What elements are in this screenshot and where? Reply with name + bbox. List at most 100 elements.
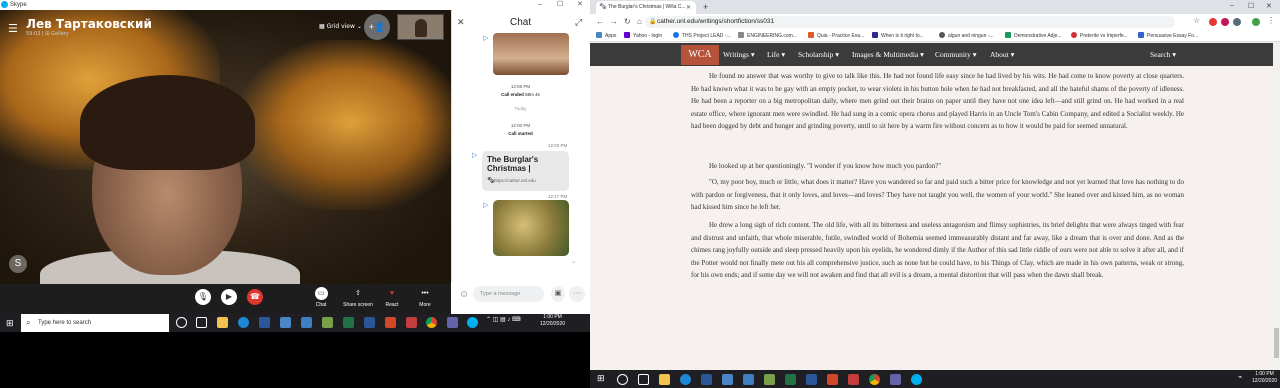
powerpoint-icon[interactable]	[827, 374, 838, 385]
search-icon[interactable]	[617, 374, 628, 385]
taskbar-clock[interactable]: 1:00 PM 12/20/2020	[540, 314, 565, 328]
app-icon[interactable]	[764, 374, 775, 385]
mail-icon[interactable]	[301, 317, 312, 328]
maximize-icon[interactable]: ☐	[557, 0, 563, 10]
tab-close-icon[interactable]: ✕	[686, 4, 691, 11]
pdf-icon[interactable]	[406, 317, 417, 328]
chat-toggle-button[interactable]: ▭ Chat	[301, 287, 341, 308]
hamburger-menu-icon[interactable]: ☰	[8, 22, 18, 35]
shared-image-church[interactable]	[493, 33, 569, 75]
scrollbar-thumb[interactable]	[1274, 328, 1279, 358]
windows-start-icon[interactable]: ⊞	[597, 373, 605, 384]
minimize-icon[interactable]: –	[538, 0, 542, 10]
cortana-icon[interactable]	[176, 317, 187, 328]
bookmark-item[interactable]: ENGINEERING.com...	[738, 31, 797, 41]
home-icon[interactable]: ⌂	[637, 17, 642, 26]
file-explorer-icon[interactable]	[659, 374, 670, 385]
chat-close-icon[interactable]: ✕	[457, 17, 465, 28]
powerpoint-icon[interactable]	[385, 317, 396, 328]
add-people-button[interactable]: +👤	[364, 14, 390, 40]
pdf-icon[interactable]	[848, 374, 859, 385]
site-logo[interactable]: WCA	[681, 45, 719, 65]
excel-icon[interactable]	[785, 374, 796, 385]
bookmark-item[interactable]: Quia - Practice Exa...	[808, 31, 864, 41]
chrome-icon[interactable]	[869, 374, 880, 385]
call-ended-message: Call ended 58m 4s	[501, 92, 540, 97]
bookmark-item[interactable]: When is it right to...	[872, 31, 924, 41]
more-options-button[interactable]: ···	[569, 286, 585, 302]
skype-logo-icon	[1, 1, 8, 8]
mic-button[interactable]: 🎙	[195, 289, 211, 305]
extension-icon[interactable]	[1209, 18, 1217, 26]
chrome-icon[interactable]	[426, 317, 437, 328]
more-button[interactable]: ••• More	[405, 287, 445, 308]
store-icon[interactable]	[722, 374, 733, 385]
nav-about[interactable]: About ▾	[990, 50, 1014, 59]
bookmark-item[interactable]: THS Project LEAD -...	[673, 31, 731, 41]
grid-view-button[interactable]: ▦ Grid view ⌄	[319, 23, 362, 30]
nav-life[interactable]: Life ▾	[767, 50, 785, 59]
skype-window-title: Skype	[10, 2, 27, 8]
attach-button[interactable]: ▣	[551, 286, 565, 302]
skype-taskbar-icon[interactable]	[467, 317, 478, 328]
maximize-icon[interactable]: ☐	[1248, 2, 1254, 10]
taskbar-clock[interactable]: 1:00 PM 12/20/2020	[1252, 371, 1277, 385]
task-view-icon[interactable]	[638, 374, 649, 385]
nav-writings[interactable]: Writings ▾	[723, 50, 755, 59]
edge-icon[interactable]	[680, 374, 691, 385]
windows-start-icon[interactable]: ⊞	[6, 318, 14, 329]
bookmark-item[interactable]: Demonstrative Adje...	[1005, 31, 1062, 41]
url-bar[interactable]: 🔒 cather.unl.edu/writings/shortfiction/ss…	[645, 16, 1175, 28]
puzzle-icon[interactable]	[1233, 18, 1241, 26]
back-icon[interactable]: ←	[596, 17, 604, 26]
bookmark-item[interactable]: Apps	[596, 31, 616, 41]
reload-icon[interactable]: ↻	[624, 17, 631, 26]
extension-icon[interactable]	[1221, 18, 1229, 26]
self-view-thumbnail[interactable]	[397, 14, 444, 40]
bookmark-star-icon[interactable]: ☆	[1193, 16, 1200, 25]
message-input[interactable]: Type a message	[473, 286, 544, 302]
bookmark-item[interactable]: Persuasive Essay Fo...	[1138, 31, 1198, 41]
taskbar-search-input[interactable]: ⌕ Type here to search	[21, 314, 169, 332]
teams-icon[interactable]	[890, 374, 901, 385]
app-icon[interactable]	[322, 317, 333, 328]
mail-icon[interactable]	[743, 374, 754, 385]
excel-icon[interactable]	[343, 317, 354, 328]
chrome-menu-icon[interactable]: ⋮	[1267, 16, 1275, 25]
profile-avatar[interactable]	[1252, 18, 1260, 26]
word-icon[interactable]	[701, 374, 712, 385]
browser-tab[interactable]: 🗞 The Burglar's Christmas | Willa C...	[596, 1, 696, 14]
word-icon[interactable]	[364, 317, 375, 328]
expand-icon[interactable]: ⤢	[575, 17, 582, 28]
hang-up-button[interactable]: ☎	[247, 289, 263, 305]
task-view-icon[interactable]	[196, 317, 207, 328]
scroll-down-icon[interactable]: ⌄	[571, 258, 576, 265]
skype-taskbar-icon[interactable]	[911, 374, 922, 385]
bookmark-item[interactable]: Yahoo - login	[624, 31, 662, 41]
close-icon[interactable]: ✕	[1266, 2, 1272, 10]
google-icon	[939, 32, 945, 38]
word-icon[interactable]	[806, 374, 817, 385]
nav-community[interactable]: Community ▾	[935, 50, 976, 59]
new-tab-icon[interactable]: +	[703, 2, 708, 12]
skype-title-bar: Skype – ☐ ✕	[0, 0, 590, 10]
emoji-icon[interactable]: ☺	[459, 289, 469, 300]
word-icon[interactable]	[259, 317, 270, 328]
network-icon[interactable]: ⌁	[1238, 373, 1242, 381]
close-icon[interactable]: ✕	[577, 0, 583, 10]
minimize-icon[interactable]: –	[1230, 2, 1234, 9]
file-explorer-icon[interactable]	[217, 317, 228, 328]
nav-scholarship[interactable]: Scholarship ▾	[798, 50, 839, 59]
shared-image-nature[interactable]	[493, 200, 569, 256]
nav-images-multimedia[interactable]: Images & Multimedia ▾	[852, 50, 924, 59]
system-tray-icons[interactable]: ⌃ ◫ ▤ ♪ ⌨	[486, 316, 521, 323]
forward-icon[interactable]: →	[610, 17, 618, 26]
teams-icon[interactable]	[447, 317, 458, 328]
bookmark-item[interactable]: Preterite vs Imperfe...	[1071, 31, 1128, 41]
scrollbar[interactable]	[1273, 43, 1280, 370]
store-icon[interactable]	[280, 317, 291, 328]
camera-button[interactable]: ▶	[221, 289, 237, 305]
edge-icon[interactable]	[238, 317, 249, 328]
nav-search[interactable]: Search ▾	[1150, 50, 1176, 59]
bookmark-item[interactable]: algun and ningun -...	[939, 31, 994, 41]
